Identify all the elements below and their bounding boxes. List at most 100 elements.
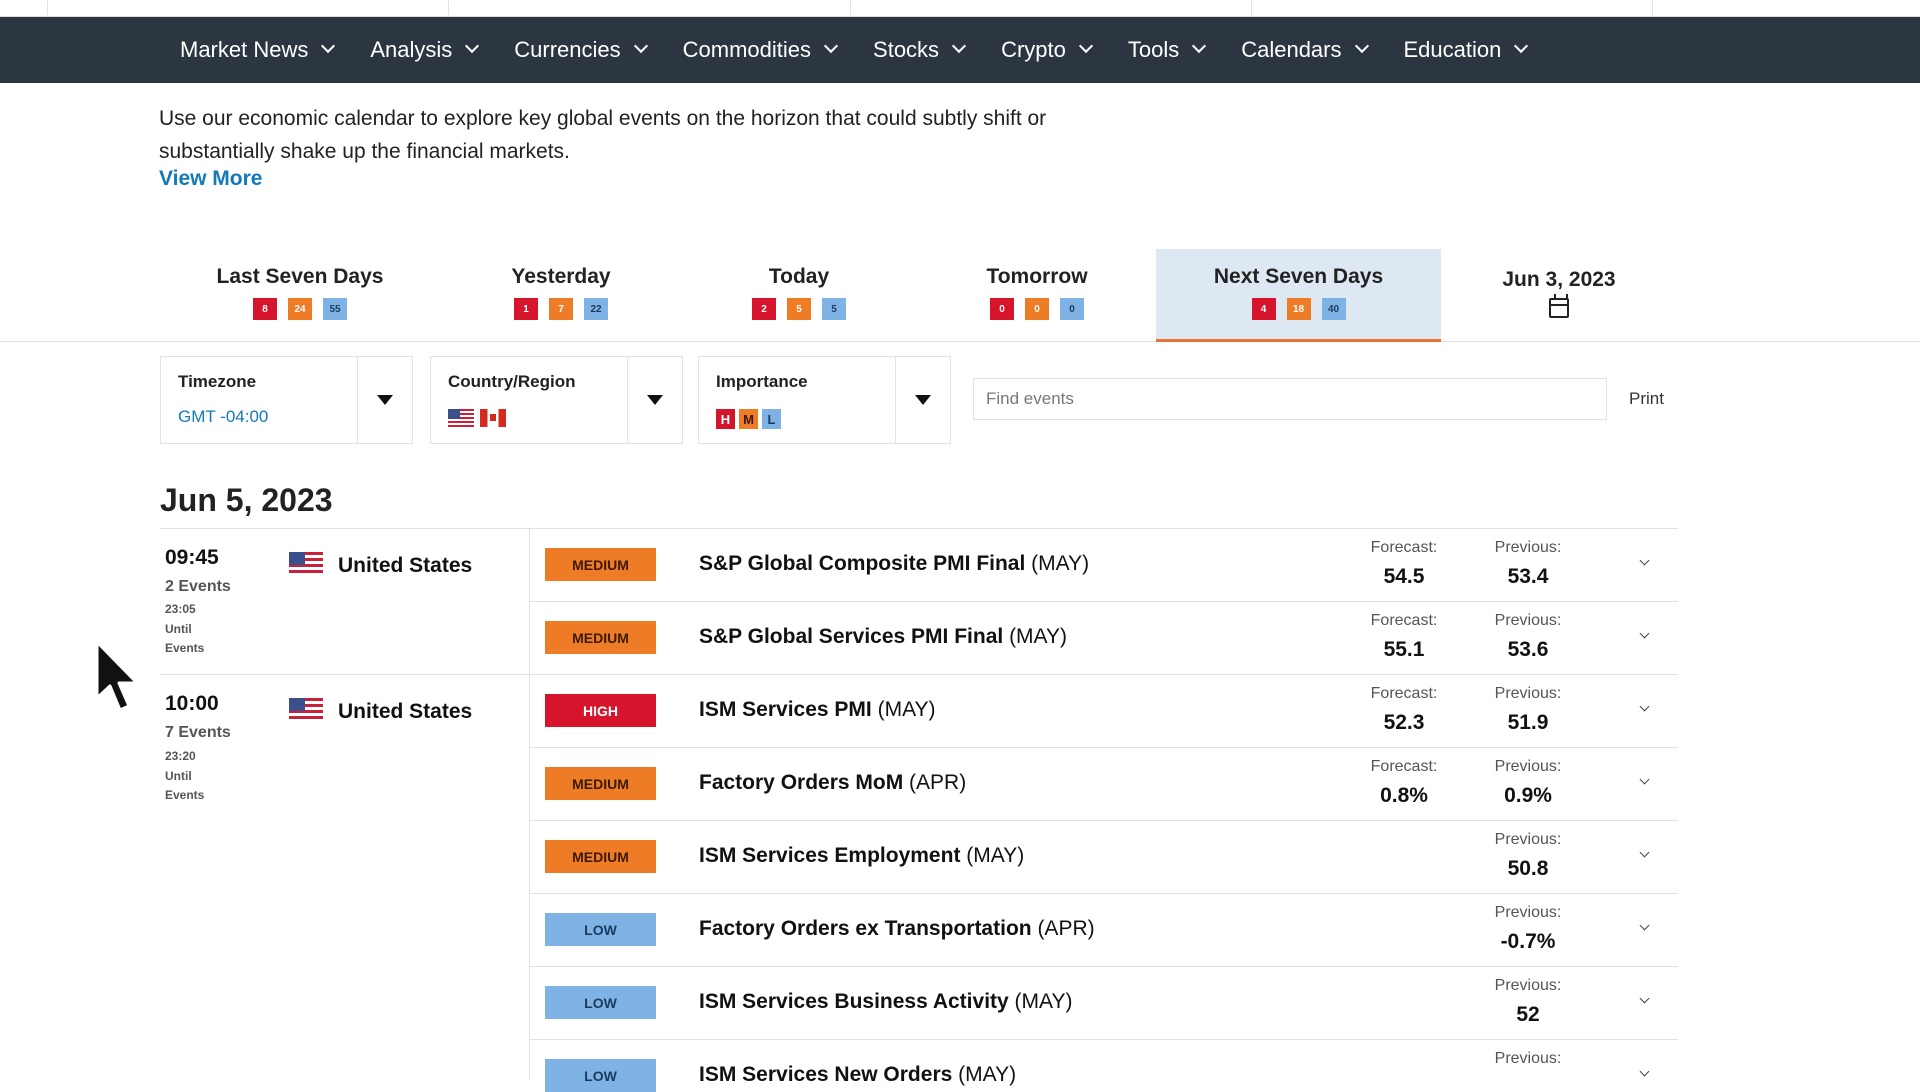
event-row[interactable]: MEDIUM Factory Orders MoM (APR) Forecast…	[530, 748, 1678, 821]
nav-label: Calendars	[1241, 37, 1342, 62]
event-period: (MAY)	[1025, 552, 1090, 575]
forecast-label: Forecast:	[1370, 539, 1438, 556]
medium-count-badge: 5	[787, 298, 811, 320]
expand-chevron-icon[interactable]	[1640, 849, 1650, 859]
importance-counts: 0 0 0	[919, 298, 1155, 320]
low-count-badge: 40	[1321, 298, 1346, 320]
tab-label: Today	[768, 265, 830, 288]
expand-chevron-icon[interactable]	[1640, 1068, 1650, 1078]
event-title: S&P Global Services PMI Final	[699, 625, 1004, 648]
chevron-down-icon	[825, 41, 837, 53]
expand-chevron-icon[interactable]	[1640, 995, 1650, 1005]
high-count-badge: 8	[253, 298, 277, 320]
previous-value: 53.4	[1507, 565, 1549, 588]
filter-divider	[627, 357, 628, 443]
expand-chevron-icon[interactable]	[1640, 703, 1650, 713]
importance-low-chip[interactable]: L	[762, 409, 781, 429]
timezone-filter[interactable]: Timezone GMT -04:00	[160, 356, 413, 444]
tab-label: Last Seven Days	[216, 265, 384, 288]
expand-chevron-icon[interactable]	[1640, 630, 1650, 640]
forecast-label: Forecast:	[1370, 612, 1438, 629]
forecast-value: 52.3	[1383, 711, 1425, 734]
nav-commodities[interactable]: Commodities	[683, 37, 837, 63]
expand-chevron-icon[interactable]	[1640, 557, 1650, 567]
previous-label: Previous:	[1494, 977, 1562, 994]
previous-label: Previous:	[1494, 685, 1562, 702]
importance-high-chip[interactable]: H	[716, 409, 735, 429]
event-row[interactable]: LOW ISM Services New Orders (MAY) Previo…	[530, 1040, 1678, 1092]
previous-value: -0.7%	[1500, 930, 1556, 953]
nav-analysis[interactable]: Analysis	[370, 37, 478, 63]
group-country: United States	[338, 554, 473, 577]
nav-label: Analysis	[370, 37, 453, 62]
tab-label: Tomorrow	[986, 265, 1088, 288]
event-row[interactable]: MEDIUM ISM Services Employment (MAY) Pre…	[530, 821, 1678, 894]
top-strip-divider	[1652, 0, 1653, 15]
previous-label: Previous:	[1494, 539, 1562, 556]
caret-down-icon[interactable]	[915, 395, 931, 405]
nav-label: Currencies	[514, 37, 621, 62]
event-name: ISM Services PMI (MAY)	[699, 698, 936, 722]
tab-date-picker[interactable]: Jun 3, 2023	[1443, 249, 1675, 342]
date-range-tabs: Last Seven Days 8 24 55 Yesterday 1 7 22…	[0, 249, 1920, 342]
nav-market-news[interactable]: Market News	[180, 37, 334, 63]
top-strip-divider	[448, 0, 449, 15]
chevron-down-icon	[635, 41, 647, 53]
event-period: (MAY)	[1003, 625, 1068, 648]
caret-down-icon[interactable]	[377, 395, 393, 405]
print-button[interactable]: Print	[1629, 389, 1664, 409]
filter-label: Importance	[716, 372, 808, 391]
event-row[interactable]: MEDIUM S&P Global Composite PMI Final (M…	[530, 529, 1678, 602]
chevron-down-icon	[1080, 41, 1092, 53]
chevron-down-icon	[1356, 41, 1368, 53]
tab-yesterday[interactable]: Yesterday 1 7 22	[443, 249, 679, 342]
medium-count-badge: 18	[1286, 298, 1311, 320]
event-row[interactable]: LOW ISM Services Business Activity (MAY)…	[530, 967, 1678, 1040]
tab-last-seven-days[interactable]: Last Seven Days 8 24 55	[180, 249, 420, 342]
previous-label: Previous:	[1494, 1050, 1562, 1067]
event-period: (MAY)	[960, 844, 1025, 867]
event-title: ISM Services Business Activity	[699, 990, 1009, 1013]
country-filter[interactable]: Country/Region	[430, 356, 683, 444]
forecast-value: 0.8%	[1380, 784, 1428, 807]
tab-today[interactable]: Today 2 5 5	[681, 249, 917, 342]
expand-chevron-icon[interactable]	[1640, 922, 1650, 932]
nav-currencies[interactable]: Currencies	[514, 37, 646, 63]
view-more-link[interactable]: View More	[159, 167, 262, 191]
filter-divider	[357, 357, 358, 443]
event-title: Factory Orders ex Transportation	[699, 917, 1032, 940]
group-time: 10:00	[165, 692, 219, 715]
event-title: ISM Services Employment	[699, 844, 961, 867]
importance-badge: MEDIUM	[545, 548, 656, 581]
nav-stocks[interactable]: Stocks	[873, 37, 965, 63]
event-name: ISM Services Business Activity (MAY)	[699, 990, 1072, 1014]
event-row[interactable]: LOW Factory Orders ex Transportation (AP…	[530, 894, 1678, 967]
expand-chevron-icon[interactable]	[1640, 776, 1650, 786]
high-count-badge: 2	[752, 298, 776, 320]
nav-label: Crypto	[1001, 37, 1066, 62]
nav-crypto[interactable]: Crypto	[1001, 37, 1092, 63]
event-title: S&P Global Composite PMI Final	[699, 552, 1026, 575]
importance-counts: 8 24 55	[180, 298, 420, 320]
nav-calendars[interactable]: Calendars	[1241, 37, 1367, 63]
nav-education[interactable]: Education	[1404, 37, 1528, 63]
importance-medium-chip[interactable]: M	[739, 409, 758, 429]
event-row[interactable]: HIGH ISM Services PMI (MAY) Forecast: 52…	[530, 675, 1678, 748]
medium-count-badge: 24	[288, 298, 312, 320]
event-row[interactable]: MEDIUM S&P Global Services PMI Final (MA…	[530, 602, 1678, 675]
caret-down-icon[interactable]	[647, 395, 663, 405]
us-flag-icon	[448, 409, 474, 427]
tab-next-seven-days[interactable]: Next Seven Days 4 18 40	[1156, 249, 1441, 342]
importance-counts: 2 5 5	[681, 298, 917, 320]
filter-divider	[895, 357, 896, 443]
low-count-badge: 5	[822, 298, 846, 320]
find-events-input[interactable]	[973, 378, 1607, 420]
event-name: S&P Global Services PMI Final (MAY)	[699, 625, 1067, 649]
nav-tools[interactable]: Tools	[1128, 37, 1205, 63]
importance-filter[interactable]: Importance H M L	[698, 356, 951, 444]
previous-label: Previous:	[1494, 831, 1562, 848]
importance-badge: MEDIUM	[545, 621, 656, 654]
chevron-down-icon	[322, 41, 334, 53]
importance-badge: LOW	[545, 913, 656, 946]
tab-tomorrow[interactable]: Tomorrow 0 0 0	[919, 249, 1155, 342]
